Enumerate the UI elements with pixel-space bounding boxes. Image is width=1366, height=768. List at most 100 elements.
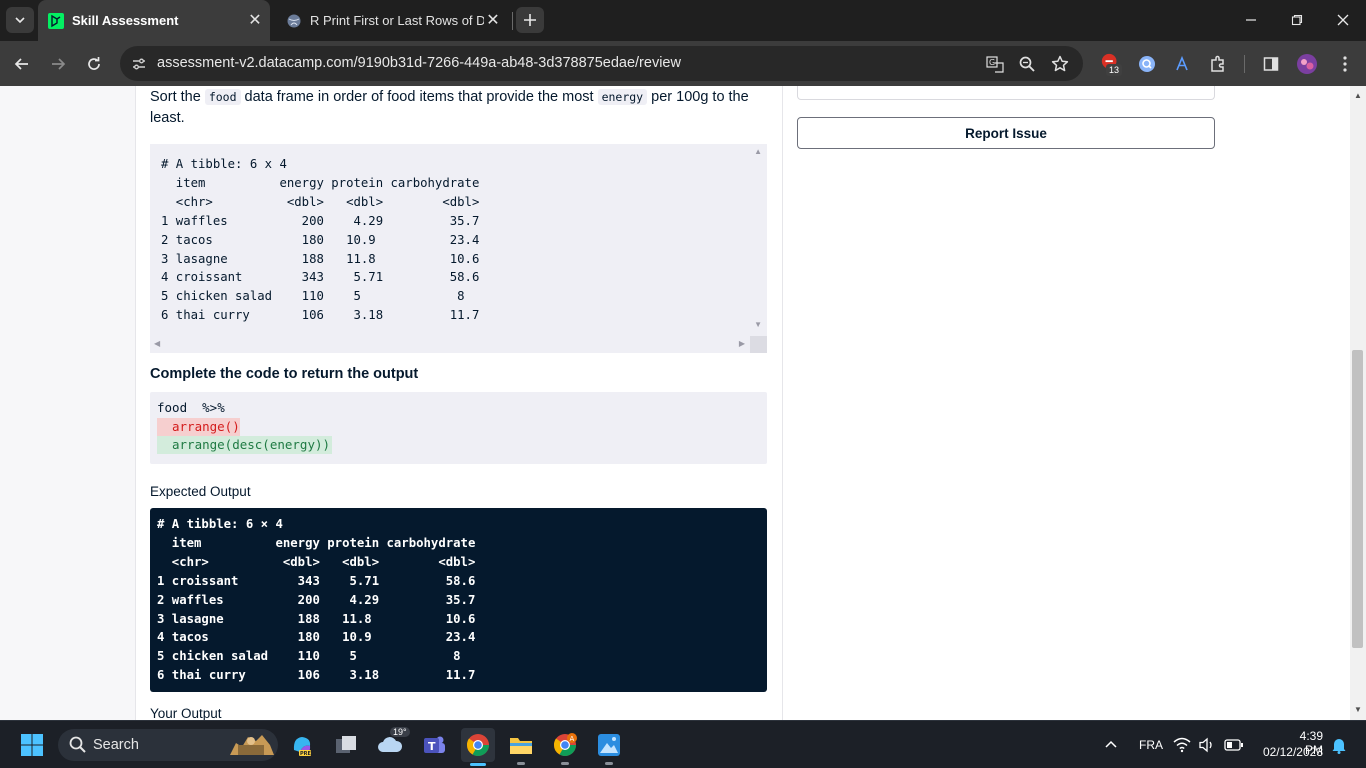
expected-output-text: # A tibble: 6 × 4 item energy protein ca… <box>157 517 476 683</box>
weather-temp: 19° <box>390 727 410 737</box>
browser-toolbar: assessment-v2.datacamp.com/9190b31d-7266… <box>0 41 1366 86</box>
scroll-down-arrow-icon[interactable]: ▼ <box>754 320 762 329</box>
chrome-taskbar-active[interactable] <box>461 728 495 766</box>
your-output-heading: Your Output <box>150 706 222 720</box>
svg-text:T: T <box>428 740 436 753</box>
plus-icon <box>524 14 536 26</box>
svg-text:A: A <box>570 735 575 743</box>
reload-button[interactable] <box>80 50 108 78</box>
scrollbar-thumb[interactable] <box>1352 350 1363 648</box>
scroll-down-arrow-icon[interactable]: ▼ <box>1354 705 1362 714</box>
weather-widget[interactable]: 19° <box>374 727 410 761</box>
scroll-up-arrow-icon[interactable]: ▲ <box>754 147 762 156</box>
minimize-button[interactable] <box>1236 6 1266 34</box>
restore-icon <box>1291 14 1303 26</box>
wifi-icon[interactable] <box>1172 729 1192 761</box>
copilot-icon[interactable]: PRE <box>286 729 318 761</box>
taskbar-search-box[interactable]: Search <box>58 729 278 761</box>
code-line-removed: arrange() <box>157 418 240 436</box>
horizontal-scrollbar[interactable]: ◀ ▶ <box>150 336 767 353</box>
notification-bell-icon[interactable] <box>1328 729 1350 761</box>
chrome-icon <box>466 734 489 756</box>
address-bar[interactable]: assessment-v2.datacamp.com/9190b31d-7266… <box>120 46 1083 81</box>
url-text: assessment-v2.datacamp.com/9190b31d-7266… <box>157 55 681 71</box>
code-line-food: food %>% <box>157 400 225 415</box>
scroll-right-arrow-icon[interactable]: ▶ <box>739 339 745 348</box>
report-issue-button[interactable]: Report Issue <box>797 117 1215 149</box>
photos-app-icon[interactable] <box>593 729 625 765</box>
scrollbar-corner <box>750 336 767 353</box>
extension-badge: 13 <box>1106 64 1123 76</box>
close-tab-icon[interactable]: ✕ <box>246 12 264 30</box>
tab-search-button[interactable] <box>6 7 34 33</box>
running-app-indicator <box>605 762 613 765</box>
side-panel-card-edge <box>797 86 1215 100</box>
svg-text:G: G <box>989 58 995 67</box>
scroll-up-arrow-icon[interactable]: ▲ <box>1354 91 1362 100</box>
running-app-indicator <box>517 762 525 765</box>
search-highlight-image-icon <box>230 735 274 755</box>
start-button[interactable] <box>16 729 48 761</box>
page-vertical-scrollbar[interactable]: ▲ ▼ <box>1350 86 1366 720</box>
teams-icon[interactable]: T <box>418 729 450 761</box>
minimize-icon <box>1246 19 1256 21</box>
translate-icon[interactable]: G <box>985 54 1005 74</box>
tab-r-print-rows[interactable]: R Print First or Last Rows of Da ✕ <box>276 0 508 41</box>
arrow-right-icon <box>52 58 66 70</box>
extension-a-icon[interactable] <box>1171 53 1193 75</box>
extensions-puzzle-icon[interactable] <box>1207 53 1229 75</box>
windows-logo-icon <box>21 734 43 756</box>
chrome-profile-icon[interactable]: A <box>549 729 581 765</box>
reload-icon <box>88 57 100 70</box>
clock-date[interactable]: 02/12/2023 <box>1259 745 1323 759</box>
chevron-down-icon <box>15 17 25 24</box>
inline-code-food: food <box>204 89 241 105</box>
site-settings-icon[interactable] <box>130 55 148 73</box>
extension-search-icon[interactable] <box>1136 53 1158 75</box>
browser-tab-strip: Skill Assessment ✕ R Print First or Last… <box>0 0 1366 41</box>
tab-title: Skill Assessment <box>72 13 179 28</box>
browser-menu-icon[interactable] <box>1334 53 1356 75</box>
side-panel <box>783 86 1350 720</box>
toolbar-divider <box>1244 55 1245 73</box>
search-icon <box>69 736 86 753</box>
task-view-icon[interactable] <box>330 729 362 761</box>
close-icon <box>1337 14 1349 26</box>
complete-code-heading: Complete the code to return the output <box>150 366 419 382</box>
volume-icon[interactable] <box>1196 729 1218 761</box>
tab-title: R Print First or Last Rows of Da <box>310 13 484 28</box>
input-tibble-text: # A tibble: 6 x 4 item energy protein ca… <box>161 157 480 323</box>
inline-code-energy: energy <box>597 89 648 105</box>
svg-text:PRE: PRE <box>300 751 312 757</box>
close-tab-icon[interactable]: ✕ <box>484 12 502 30</box>
input-tibble-box[interactable]: # A tibble: 6 x 4 item energy protein ca… <box>150 144 767 353</box>
restore-button[interactable] <box>1282 6 1312 34</box>
keyboard-language[interactable]: FRA <box>1139 738 1163 752</box>
new-tab-button[interactable] <box>516 7 544 33</box>
page-viewport: Report Issue Sort the food data frame in… <box>0 86 1366 720</box>
zoom-icon[interactable] <box>1017 54 1037 74</box>
bookmark-star-icon[interactable] <box>1050 54 1070 74</box>
chevron-up-icon <box>1105 740 1117 748</box>
file-explorer-icon[interactable] <box>505 729 537 765</box>
code-line-added: arrange(desc(energy)) <box>157 436 332 454</box>
close-window-button[interactable] <box>1328 6 1358 34</box>
cloud-icon <box>378 737 403 752</box>
search-label: Search <box>93 737 139 753</box>
battery-icon[interactable] <box>1222 729 1246 761</box>
arrow-left-icon <box>14 58 28 70</box>
question-text: Sort the food data frame in order of foo… <box>150 89 749 126</box>
forward-button[interactable] <box>44 50 72 78</box>
show-hidden-icons-button[interactable] <box>1095 729 1127 761</box>
scroll-left-arrow-icon[interactable]: ◀ <box>154 339 160 348</box>
back-button[interactable] <box>8 50 36 78</box>
tab-separator <box>512 12 513 30</box>
side-panel-icon[interactable] <box>1260 53 1282 75</box>
expected-output-heading: Expected Output <box>150 484 251 499</box>
tab-skill-assessment[interactable]: Skill Assessment ✕ <box>38 0 270 41</box>
code-diff-box: food %>% arrange() arrange(desc(energy)) <box>150 392 767 464</box>
active-app-indicator <box>470 763 486 766</box>
profile-avatar[interactable] <box>1296 53 1318 75</box>
windows-taskbar: Search PRE 19° T A FRA 4:39 PM 02/12/202… <box>0 720 1366 768</box>
running-app-indicator <box>561 762 569 765</box>
